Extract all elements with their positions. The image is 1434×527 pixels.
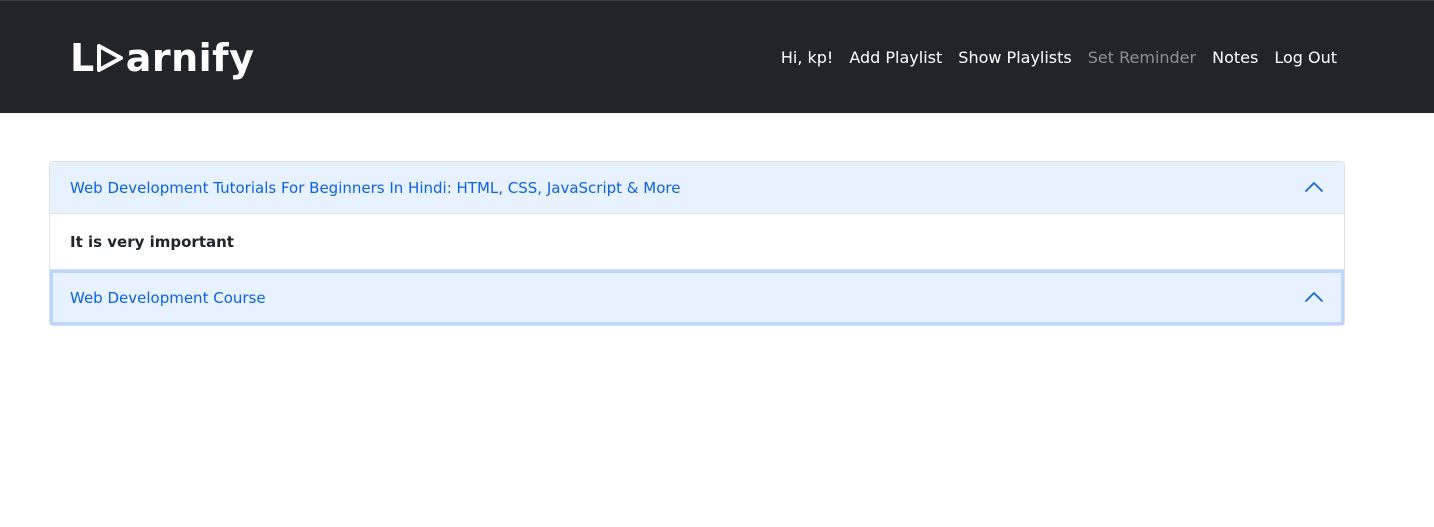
nav-log-out[interactable]: Log Out [1274, 47, 1337, 69]
accordion-header-2[interactable]: Web Development Course [50, 269, 1344, 325]
accordion-title: Web Development Course [70, 288, 266, 307]
navbar: L arnify Hi, kp! Add Playlist Show Playl… [0, 0, 1434, 113]
brand-prefix: L [70, 36, 95, 80]
brand-suffix: arnify [125, 36, 255, 80]
nav-set-reminder[interactable]: Set Reminder [1088, 47, 1196, 69]
accordion-body: It is very important [50, 214, 1344, 269]
chevron-up-icon [1305, 291, 1323, 302]
nav-show-playlists[interactable]: Show Playlists [958, 47, 1071, 69]
chevron-up-icon [1305, 181, 1323, 192]
play-icon [95, 42, 125, 74]
nav-links: Hi, kp! Add Playlist Show Playlists Set … [781, 47, 1337, 69]
user-greeting: Hi, kp! [780, 48, 834, 67]
nav-notes[interactable]: Notes [1212, 47, 1258, 69]
playlist-accordion: Web Development Tutorials For Beginners … [49, 161, 1345, 326]
accordion-title: Web Development Tutorials For Beginners … [70, 178, 681, 197]
nav-add-playlist[interactable]: Add Playlist [849, 47, 942, 69]
brand-logo[interactable]: L arnify [70, 35, 254, 81]
accordion-header-1[interactable]: Web Development Tutorials For Beginners … [50, 162, 1344, 214]
